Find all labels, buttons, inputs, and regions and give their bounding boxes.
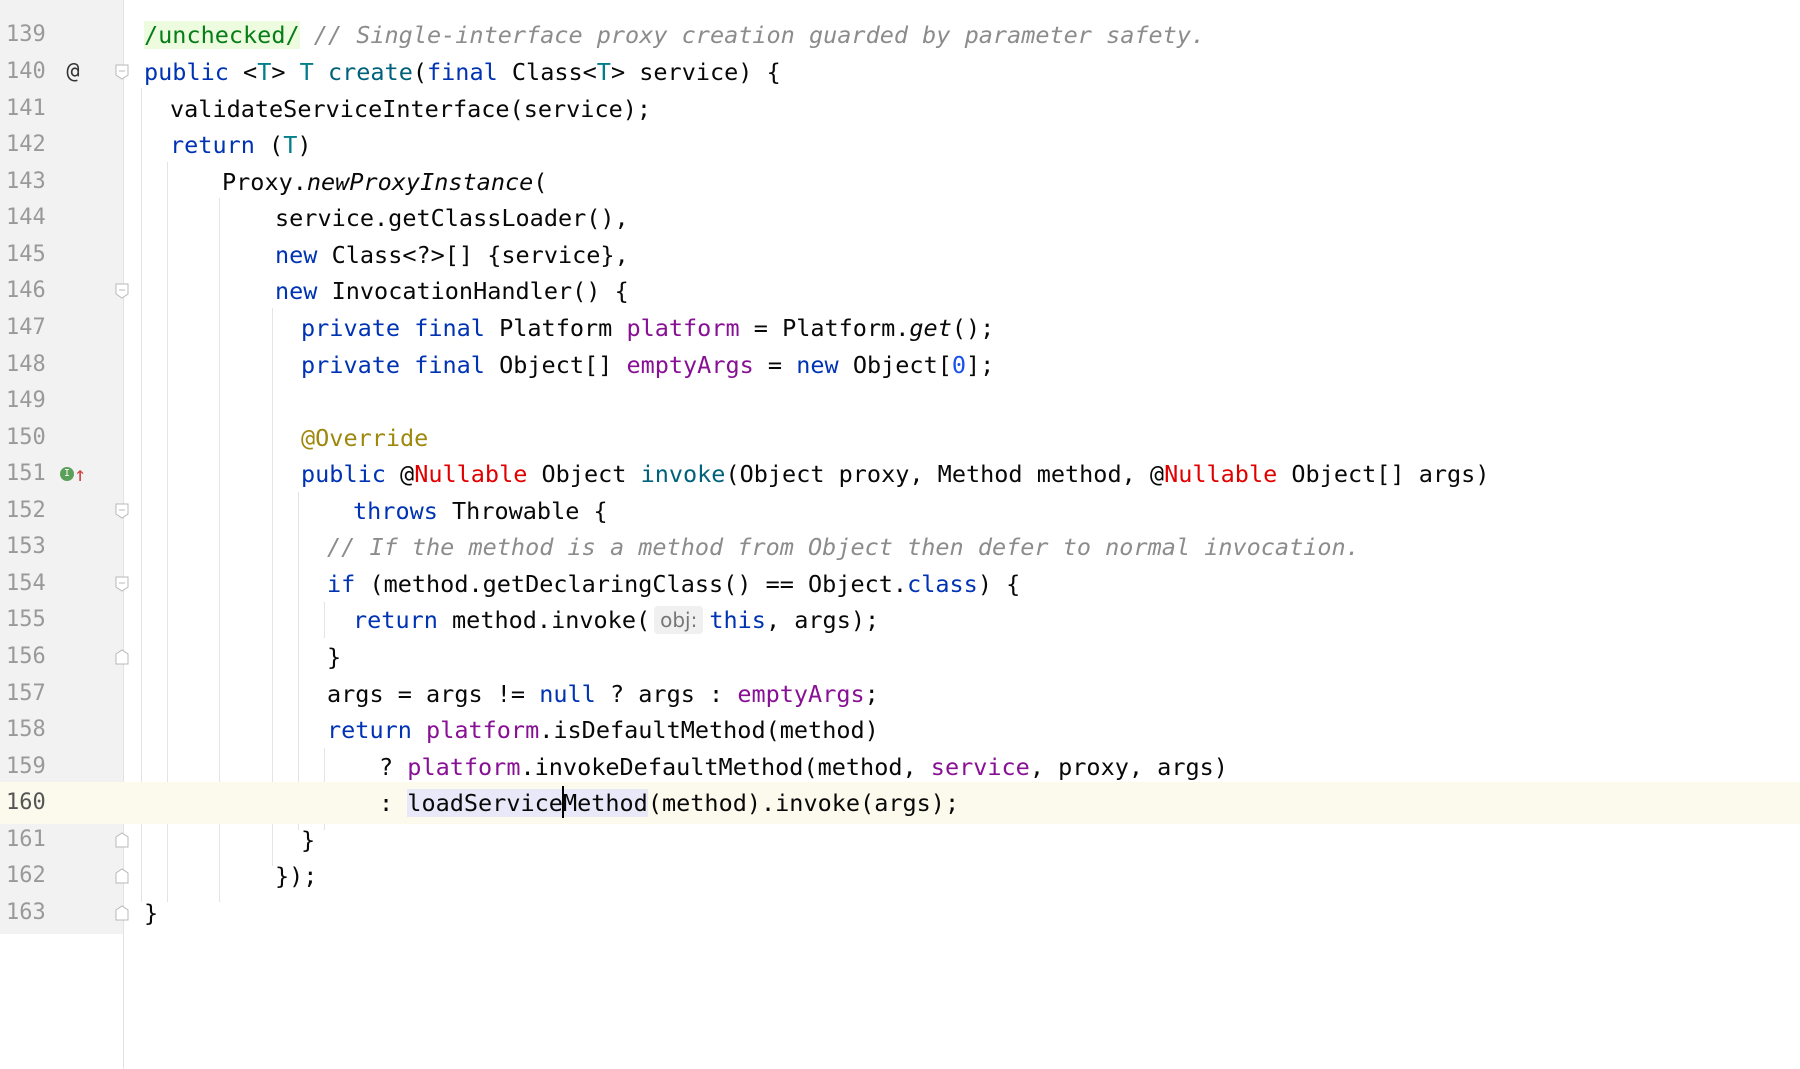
code-text[interactable]: public @Nullable Object invoke(Object pr… bbox=[301, 453, 1489, 495]
identifier-highlight[interactable]: loadServiceMethod bbox=[407, 786, 648, 818]
code-line[interactable]: 151 I ↑ public @Nullable Object invoke(Ob… bbox=[0, 453, 1800, 495]
line-number[interactable]: 144 bbox=[6, 197, 52, 239]
fold-end-icon[interactable] bbox=[114, 868, 130, 884]
code-text[interactable]: return (T) bbox=[170, 124, 312, 166]
line-number[interactable]: 146 bbox=[6, 270, 52, 312]
code-text[interactable]: : loadServiceMethod(method).invoke(args)… bbox=[379, 782, 959, 824]
line-number[interactable]: 147 bbox=[6, 307, 52, 349]
code-editor[interactable]: 139 /unchecked/ // Single-interface prox… bbox=[0, 0, 1800, 1069]
line-number[interactable]: 156 bbox=[6, 636, 52, 678]
code-text[interactable]: /unchecked/ // Single-interface proxy cr… bbox=[144, 14, 1205, 56]
implementing-method-icon[interactable]: I ↑ bbox=[58, 453, 88, 495]
code-line[interactable]: 163 } bbox=[0, 892, 1800, 934]
fold-end-icon[interactable] bbox=[114, 832, 130, 848]
code-text[interactable]: } bbox=[144, 892, 158, 934]
code-text[interactable]: return method.invoke(obj: this, args); bbox=[353, 599, 879, 641]
fold-end-icon[interactable] bbox=[114, 905, 130, 921]
code-line[interactable]: 158 return platform.isDefaultMethod(meth… bbox=[0, 709, 1800, 751]
code-text[interactable]: private final Platform platform = Platfo… bbox=[301, 307, 994, 349]
code-text[interactable]: } bbox=[327, 636, 341, 678]
code-line[interactable]: 162 }); bbox=[0, 855, 1800, 897]
gutter-lower-area bbox=[0, 934, 123, 1069]
code-text[interactable]: // If the method is a method from Object… bbox=[327, 526, 1360, 568]
code-line[interactable]: 156 } bbox=[0, 636, 1800, 678]
code-text[interactable]: }); bbox=[275, 855, 317, 897]
line-number[interactable]: 151 bbox=[6, 453, 52, 495]
code-line[interactable]: 155 return method.invoke(obj: this, args)… bbox=[0, 599, 1800, 641]
fold-icon[interactable] bbox=[114, 503, 130, 519]
line-number[interactable]: 140 bbox=[6, 51, 52, 93]
code-line[interactable]: 139 /unchecked/ // Single-interface prox… bbox=[0, 14, 1800, 56]
code-text[interactable]: return platform.isDefaultMethod(method) bbox=[327, 709, 879, 751]
parameter-hint: obj: bbox=[654, 606, 704, 634]
code-text[interactable]: public <T> T create(final Class<T> servi… bbox=[144, 51, 781, 93]
line-number[interactable]: 149 bbox=[6, 380, 52, 422]
line-number[interactable]: 163 bbox=[6, 892, 52, 934]
code-text[interactable]: new InvocationHandler() { bbox=[275, 270, 629, 312]
fold-icon[interactable] bbox=[114, 283, 130, 299]
code-line[interactable]: 144 service.getClassLoader(), bbox=[0, 197, 1800, 239]
code-line[interactable]: 149 bbox=[0, 380, 1800, 422]
current-code-line[interactable]: 160 : loadServiceMethod(method).invoke(a… bbox=[0, 782, 1800, 824]
code-text[interactable]: service.getClassLoader(), bbox=[275, 197, 629, 239]
fold-icon[interactable] bbox=[114, 64, 130, 80]
line-number[interactable]: 142 bbox=[6, 124, 52, 166]
line-number[interactable]: 155 bbox=[6, 599, 52, 641]
line-number[interactable]: 158 bbox=[6, 709, 52, 751]
code-line[interactable]: 140 @ public <T> T create(final Class<T>… bbox=[0, 51, 1800, 93]
code-line[interactable]: 147 private final Platform platform = Pl… bbox=[0, 307, 1800, 349]
fold-end-icon[interactable] bbox=[114, 649, 130, 665]
line-number[interactable]: 162 bbox=[6, 855, 52, 897]
code-line[interactable]: 146 new InvocationHandler() { bbox=[0, 270, 1800, 312]
code-line[interactable]: 153 // If the method is a method from Ob… bbox=[0, 526, 1800, 568]
line-number[interactable]: 153 bbox=[6, 526, 52, 568]
code-line[interactable]: 142 return (T) bbox=[0, 124, 1800, 166]
line-number[interactable]: 160 bbox=[6, 782, 52, 824]
fold-icon[interactable] bbox=[114, 576, 130, 592]
line-number[interactable]: 139 bbox=[6, 14, 52, 56]
at-icon[interactable]: @ bbox=[58, 51, 88, 93]
